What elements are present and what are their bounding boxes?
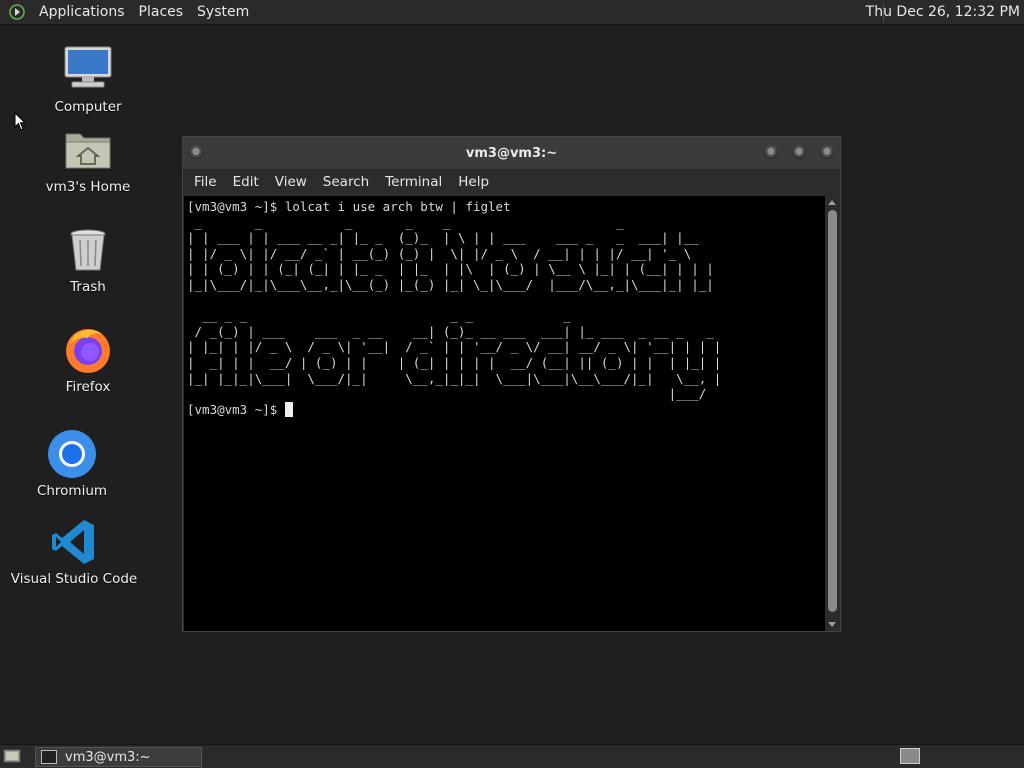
desktop-icon-label: Chromium <box>36 483 108 499</box>
desktop-icon-label: Firefox <box>65 379 111 395</box>
scroll-thumb[interactable] <box>828 210 837 612</box>
trash-icon <box>62 224 114 276</box>
desktop-icon-label: vm3's Home <box>45 179 131 195</box>
terminal-menubar: File Edit View Search Terminal Help <box>183 169 840 194</box>
desktop-icon-label: Visual Studio Code <box>10 571 138 587</box>
mouse-pointer-icon <box>14 111 27 136</box>
terminal-output: [vm3@vm3 ~]$ lolcat i use arch btw | fig… <box>187 199 722 402</box>
vscode-icon <box>48 516 100 568</box>
menu-help[interactable]: Help <box>450 174 497 190</box>
menu-terminal[interactable]: Terminal <box>377 174 450 190</box>
desktop-icon-chromium[interactable]: Chromium <box>7 428 137 499</box>
scroll-down-arrow-icon[interactable] <box>828 622 836 627</box>
firefox-icon <box>62 324 114 376</box>
workspace-switcher[interactable] <box>900 748 920 764</box>
terminal-window[interactable]: vm3@vm3:~ File Edit View Search Terminal… <box>182 136 841 632</box>
menu-view[interactable]: View <box>267 174 315 190</box>
close-button[interactable] <box>820 145 834 159</box>
menu-applications[interactable]: Applications <box>32 4 132 20</box>
show-desktop-icon[interactable] <box>3 748 21 764</box>
desktop-icon-firefox[interactable]: Firefox <box>23 324 153 395</box>
terminal-scrollbar[interactable] <box>825 196 840 631</box>
minimize-button[interactable] <box>764 145 778 159</box>
menu-system[interactable]: System <box>190 4 256 20</box>
terminal-icon <box>41 750 57 764</box>
desktop-icon-vscode[interactable]: Visual Studio Code <box>9 516 139 587</box>
app-menu-logo-icon[interactable] <box>8 3 26 21</box>
window-menu-button[interactable] <box>189 145 203 159</box>
window-title: vm3@vm3:~ <box>465 145 558 161</box>
bottom-panel: vm3@vm3:~ <box>0 744 1024 768</box>
chromium-icon <box>46 428 98 480</box>
home-folder-icon <box>62 124 114 176</box>
desktop-icon-trash[interactable]: Trash <box>23 224 153 295</box>
taskbar-item-terminal[interactable]: vm3@vm3:~ <box>35 747 202 767</box>
menu-edit[interactable]: Edit <box>225 174 267 190</box>
menu-file[interactable]: File <box>186 174 225 190</box>
menu-places[interactable]: Places <box>132 4 191 20</box>
terminal-area[interactable]: [vm3@vm3 ~]$ lolcat i use arch btw | fig… <box>184 196 825 631</box>
terminal-prompt: [vm3@vm3 ~]$ <box>187 401 285 417</box>
clock[interactable]: Thu Dec 26, 12:32 PM <box>866 0 1020 25</box>
desktop-icon-label: Trash <box>70 279 106 295</box>
desktop-icon-label: Computer <box>54 99 122 115</box>
top-panel: Applications Places System Thu Dec 26, 1… <box>0 0 1024 25</box>
menu-search[interactable]: Search <box>315 174 377 190</box>
terminal-output-block: [vm3@vm3 ~]$ lolcat i use arch btw | fig… <box>184 196 825 417</box>
taskbar-item-label: vm3@vm3:~ <box>65 749 151 765</box>
text-cursor <box>284 401 293 417</box>
desktop-icon-home[interactable]: vm3's Home <box>23 124 153 195</box>
scroll-up-arrow-icon[interactable] <box>828 200 836 205</box>
window-titlebar[interactable]: vm3@vm3:~ <box>183 137 840 169</box>
computer-icon <box>62 44 114 96</box>
maximize-button[interactable] <box>792 145 806 159</box>
desktop-icon-computer[interactable]: Computer <box>23 44 153 115</box>
